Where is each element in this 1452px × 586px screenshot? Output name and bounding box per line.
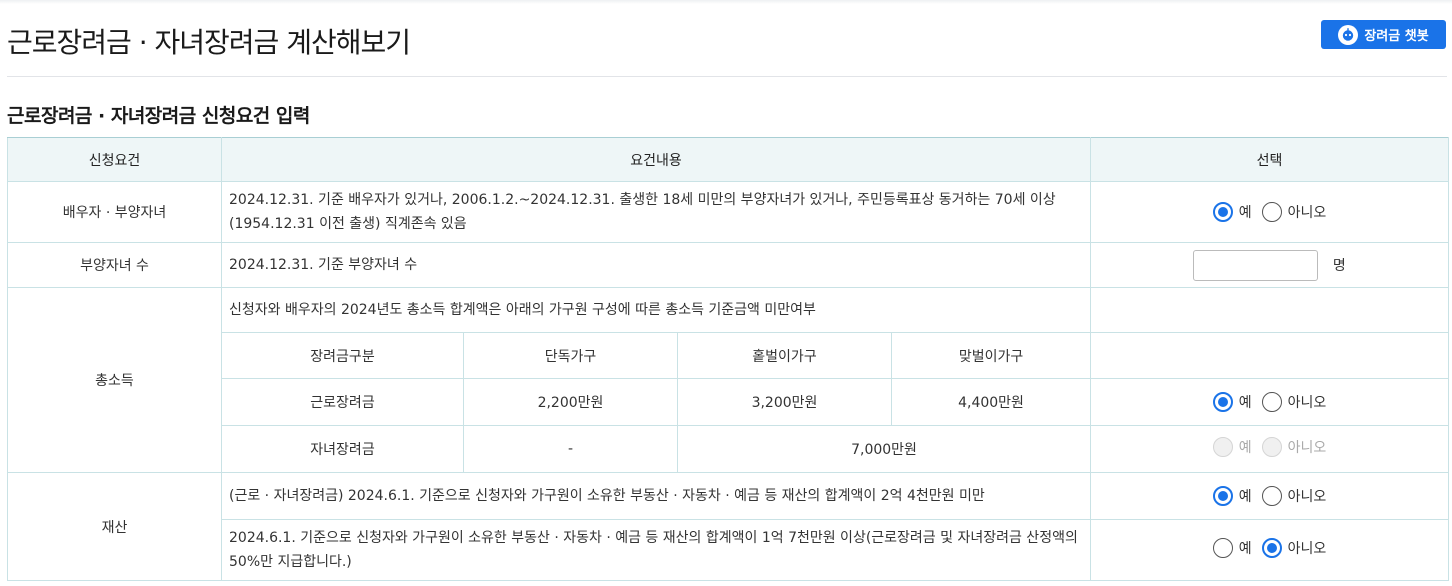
income-work-label: 근로장려금 xyxy=(221,378,464,426)
radio-group-spouse: 예 아니오 xyxy=(1212,202,1327,222)
radio-button-checked[interactable] xyxy=(1212,486,1233,506)
chatbot-button[interactable]: 장려금 챗봇 xyxy=(1321,20,1446,49)
row-text-spouse: 2024.12.31. 기준 배우자가 있거나, 2006.1.2.~2024.… xyxy=(220,181,1092,243)
header-content: 요건내용 xyxy=(220,137,1092,182)
select-cell-assets-1: 예 아니오 xyxy=(1090,472,1450,520)
chatbot-label: 장려금 챗봇 xyxy=(1364,29,1429,44)
requirements-table: 신청요건 요건내용 선택 배우자 · 부양자녀 2024.12.31. 기준 배… xyxy=(7,137,1450,581)
table-row-spouse: 배우자 · 부양자녀 2024.12.31. 기준 배우자가 있거나, 2006… xyxy=(7,181,1450,243)
chatbot-icon xyxy=(1338,24,1359,45)
radio-group-assets-2: 예 아니오 xyxy=(1212,538,1327,558)
radio-assets-1-no[interactable]: 아니오 xyxy=(1261,486,1327,506)
title-divider xyxy=(7,76,1447,77)
row-label-assets: 재산 xyxy=(7,472,222,581)
radio-label: 예 xyxy=(1238,205,1252,221)
children-count-unit: 명 xyxy=(1332,258,1346,274)
radio-assets-2-yes[interactable]: 예 xyxy=(1212,538,1252,558)
subheader-category: 장려금구분 xyxy=(221,332,464,379)
radio-button[interactable] xyxy=(1261,486,1282,506)
radio-label: 아니오 xyxy=(1287,541,1327,557)
header-requirement: 신청요건 xyxy=(7,137,222,182)
table-row-assets-1: 재산 (근로 · 자녀장려금) 2024.6.1. 기준으로 신청자와 가구원이… xyxy=(7,472,1450,581)
select-cell-children: 명 xyxy=(1090,242,1450,288)
radio-assets-1-yes[interactable]: 예 xyxy=(1212,486,1252,506)
radio-button-checked[interactable] xyxy=(1212,392,1233,412)
radio-income-child-no: 아니오 xyxy=(1261,437,1327,457)
table-row-children: 부양자녀 수 2024.12.31. 기준 부양자녀 수 명 xyxy=(7,242,1450,288)
row-text-assets-2: 2024.6.1. 기준으로 신청자와 가구원이 소유한 부동산 · 자동차 ·… xyxy=(220,519,1092,581)
row-text-children: 2024.12.31. 기준 부양자녀 수 xyxy=(220,242,1092,288)
select-cell-income-work: 예 아니오 xyxy=(1090,378,1450,426)
table-header-row: 신청요건 요건내용 선택 xyxy=(7,137,1450,182)
select-cell-assets-2: 예 아니오 xyxy=(1090,519,1450,581)
income-work-single: 2,200만원 xyxy=(463,378,678,426)
radio-assets-2-no[interactable]: 아니오 xyxy=(1261,538,1327,558)
row-text-assets-1: (근로 · 자녀장려금) 2024.6.1. 기준으로 신청자와 가구원이 소유… xyxy=(220,472,1092,520)
subheader-single: 단독가구 xyxy=(463,332,678,379)
radio-button-checked[interactable] xyxy=(1261,538,1282,558)
top-shadow xyxy=(0,0,1452,4)
radio-button-checked[interactable] xyxy=(1212,202,1233,222)
radio-label: 예 xyxy=(1238,489,1252,505)
select-cell-empty xyxy=(1090,332,1450,379)
children-count-input[interactable] xyxy=(1193,249,1319,281)
radio-button[interactable] xyxy=(1261,392,1282,412)
row-text-income: 신청자와 배우자의 2024년도 총소득 합계액은 아래의 가구원 구성에 따른… xyxy=(220,287,1092,333)
radio-income-child-yes: 예 xyxy=(1212,437,1252,457)
radio-button[interactable] xyxy=(1212,538,1233,558)
radio-label: 예 xyxy=(1238,395,1252,411)
radio-button-disabled xyxy=(1212,437,1233,457)
radio-label: 예 xyxy=(1238,440,1252,456)
radio-button-disabled xyxy=(1261,437,1282,457)
table-row-assets-2: 2024.6.1. 기준으로 신청자와 가구원이 소유한 부동산 · 자동차 ·… xyxy=(8,519,1450,581)
radio-group-income-work: 예 아니오 xyxy=(1212,392,1327,412)
radio-label: 아니오 xyxy=(1287,489,1327,505)
table-row-income-child: 자녀장려금 - 7,000만원 예 아니오 xyxy=(8,425,1450,473)
select-cell-spouse: 예 아니오 xyxy=(1090,181,1450,243)
subheader-dual-earner: 맞벌이가구 xyxy=(890,332,1092,379)
income-child-combined: 7,000만원 xyxy=(676,425,1092,473)
income-work-dual-earner: 4,400만원 xyxy=(890,378,1092,426)
radio-spouse-yes[interactable]: 예 xyxy=(1212,202,1252,222)
radio-spouse-no[interactable]: 아니오 xyxy=(1261,202,1327,222)
header-select: 선택 xyxy=(1090,137,1450,182)
select-cell-income-child: 예 아니오 xyxy=(1090,425,1450,473)
subheader-one-earner: 홑벌이가구 xyxy=(677,332,892,379)
row-label-children: 부양자녀 수 xyxy=(7,242,222,288)
select-cell-empty xyxy=(1090,287,1450,333)
radio-label: 아니오 xyxy=(1287,205,1327,221)
row-label-spouse: 배우자 · 부양자녀 xyxy=(7,181,222,243)
radio-label: 아니오 xyxy=(1287,440,1327,456)
radio-label: 예 xyxy=(1238,541,1252,557)
table-row-income-subheader: 장려금구분 단독가구 홑벌이가구 맞벌이가구 xyxy=(8,332,1450,379)
table-row-income-desc: 총소득 신청자와 배우자의 2024년도 총소득 합계액은 아래의 가구원 구성… xyxy=(7,287,1450,473)
income-work-one-earner: 3,200만원 xyxy=(677,378,892,426)
row-label-income: 총소득 xyxy=(7,287,222,473)
table-row-income-work: 근로장려금 2,200만원 3,200만원 4,400만원 예 아니오 xyxy=(8,378,1450,426)
radio-income-work-no[interactable]: 아니오 xyxy=(1261,392,1327,412)
radio-income-work-yes[interactable]: 예 xyxy=(1212,392,1252,412)
income-child-single: - xyxy=(463,425,678,473)
section-title: 근로장려금 · 자녀장려금 신청요건 입력 xyxy=(7,105,310,127)
radio-button[interactable] xyxy=(1261,202,1282,222)
page-title: 근로장려금 · 자녀장려금 계산해보기 xyxy=(7,26,411,59)
radio-group-assets-1: 예 아니오 xyxy=(1212,486,1327,506)
radio-label: 아니오 xyxy=(1287,395,1327,411)
income-child-label: 자녀장려금 xyxy=(221,425,464,473)
radio-group-income-child: 예 아니오 xyxy=(1212,437,1327,457)
